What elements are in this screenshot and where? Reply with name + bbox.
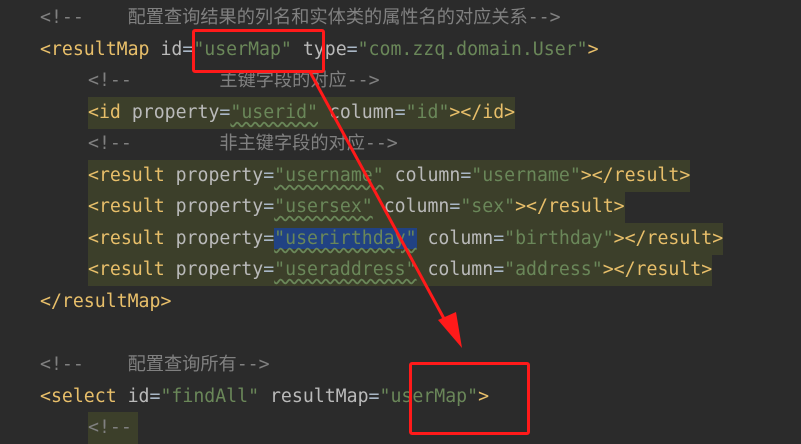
equals-sign: = xyxy=(460,165,472,186)
tag-result-close: ></result> xyxy=(602,259,713,280)
value-property: "useraddress" xyxy=(274,259,417,280)
tag-id-open: <id xyxy=(88,102,121,123)
equals-sign: = xyxy=(493,259,505,280)
equals-sign: = xyxy=(219,102,231,123)
tag-result-open: <result xyxy=(88,165,165,186)
code-editor[interactable]: <!-- 配置查询结果的列名和实体类的属性名的对应关系--> <resultMa… xyxy=(0,0,801,444)
tag-bracket: < xyxy=(40,39,51,60)
attr-resultmap: resultMap xyxy=(269,386,369,407)
attr-property: property xyxy=(175,228,264,249)
attr-id: id xyxy=(160,39,183,60)
tag-name-resultmap: resultMap xyxy=(50,39,150,60)
equals-sign: = xyxy=(263,259,275,280)
comment-non-primary-key: <!-- 非主键字段的对应--> xyxy=(88,133,398,154)
attr-column: column xyxy=(427,228,494,249)
attr-id: id xyxy=(127,386,150,407)
attr-property: property xyxy=(175,196,264,217)
equals-sign: = xyxy=(263,165,275,186)
value-property: "usersex" xyxy=(274,196,373,217)
attr-property: property xyxy=(175,165,264,186)
tag-result-close: ></result> xyxy=(613,228,724,249)
value-column: "sex" xyxy=(460,196,516,217)
value-property-selected[interactable]: "userirthday" xyxy=(274,228,417,249)
resultmap-close-tag: </resultMap> xyxy=(40,291,172,312)
annotation-box-usermap-definition xyxy=(192,29,325,73)
result-line-userbirthday: <result property="userirthday" column="b… xyxy=(88,223,724,255)
attr-property: property xyxy=(131,102,220,123)
id-mapping-line: <id property="userid" column="id"></id> xyxy=(88,97,516,129)
equals-sign: = xyxy=(263,196,275,217)
comment-find-all: <!-- 配置查询所有--> xyxy=(40,354,270,375)
tag-result-close: ></result> xyxy=(515,196,625,217)
comment-partial: <!-- xyxy=(88,412,138,444)
annotation-box-usermap-reference xyxy=(409,362,530,435)
value-findall: "findAll" xyxy=(160,386,260,407)
result-line-username: <result property="username" column="user… xyxy=(88,160,691,192)
equals-sign: = xyxy=(346,39,358,60)
tag-result-open: <result xyxy=(88,259,165,280)
equals-sign: = xyxy=(263,228,275,249)
value-column: "username" xyxy=(471,165,581,186)
equals-sign: = xyxy=(493,228,505,249)
attr-property: property xyxy=(175,259,264,280)
equals-sign: = xyxy=(149,386,161,407)
value-type: "com.zzq.domain.User" xyxy=(357,39,588,60)
value-column: "birthday" xyxy=(504,228,614,249)
value-userid: "userid" xyxy=(230,102,318,123)
value-property: "username" xyxy=(274,165,384,186)
attr-column: column xyxy=(328,102,395,123)
equals-sign: = xyxy=(449,196,461,217)
equals-sign: = xyxy=(394,102,406,123)
tag-select-open: <select xyxy=(40,386,117,407)
tag-id-close: ></id> xyxy=(449,102,516,123)
result-line-usersex: <result property="usersex" column="sex">… xyxy=(88,191,625,223)
tag-result-open: <result xyxy=(88,196,165,217)
equals-sign: = xyxy=(368,386,380,407)
tag-bracket: > xyxy=(587,39,599,60)
tag-result-close: ></result> xyxy=(580,165,691,186)
tag-result-open: <result xyxy=(88,228,165,249)
attr-column: column xyxy=(383,196,450,217)
attr-column: column xyxy=(427,259,494,280)
attr-column: column xyxy=(394,165,461,186)
value-id: "id" xyxy=(405,102,450,123)
value-column: "address" xyxy=(504,259,603,280)
result-line-useraddress: <result property="useraddress" column="a… xyxy=(88,254,713,286)
